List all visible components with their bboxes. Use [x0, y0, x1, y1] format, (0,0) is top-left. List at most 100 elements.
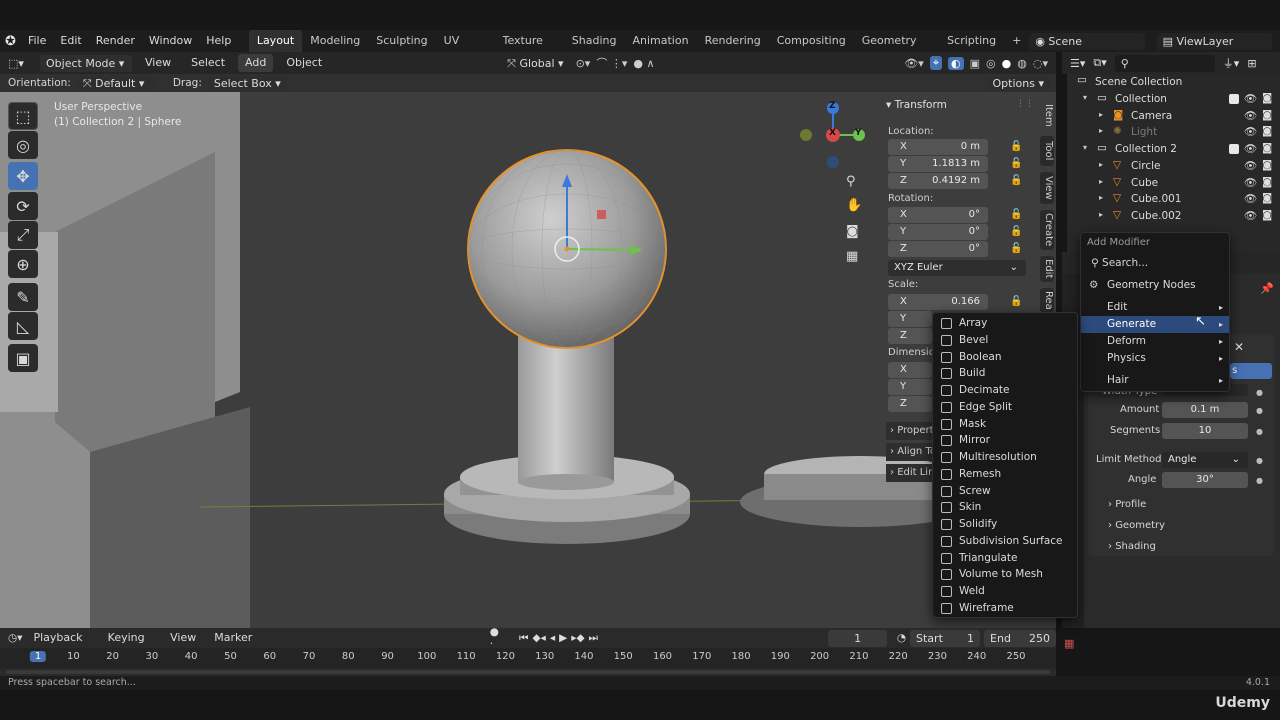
lock-icon[interactable]: 🔓	[1010, 209, 1022, 221]
shading-material-icon[interactable]: ◍	[1017, 57, 1027, 70]
menu-add[interactable]: Add	[238, 54, 274, 72]
frame-ruler[interactable]: 1 10 20 30 40 50 60 70 80 90 100 110 120 130 140 150 160…	[0, 648, 1056, 668]
measure-tool[interactable]: ◺	[8, 312, 38, 340]
visibility-eye-icon[interactable]: 👁	[1244, 192, 1257, 205]
visibility-eye-icon[interactable]: 👁	[1244, 109, 1257, 122]
pin-icon[interactable]: 📌	[1260, 282, 1274, 295]
current-frame-field[interactable]: 1	[828, 629, 887, 647]
overlay-toggle-icon[interactable]: ◐	[948, 56, 964, 70]
subpanel-profile[interactable]: › Profile	[1108, 499, 1146, 510]
lock-icon[interactable]: 🔓	[1010, 158, 1022, 170]
visibility-eye-icon[interactable]: 👁	[1244, 209, 1257, 222]
view-layer-selector[interactable]: ▤ ViewLayer	[1156, 32, 1272, 50]
outliner-row-cube-002[interactable]: ▸ ▽ Cube.002 👁 ◙	[1067, 208, 1280, 225]
tab-animation[interactable]: Animation	[624, 30, 696, 52]
dimension-z-field[interactable]: Z	[888, 396, 932, 412]
menu-item-edit[interactable]: Edit ▸	[1081, 299, 1229, 316]
modifier-mirror[interactable]: Mirror	[933, 432, 1077, 449]
lock-icon[interactable]: 🔓	[1010, 226, 1022, 238]
rotation-z-field[interactable]: Z 0°	[888, 241, 988, 257]
rotate-tool[interactable]: ⟳	[8, 192, 38, 220]
render-camera-icon[interactable]: ◙	[1262, 125, 1272, 137]
editor-type-icon[interactable]: ⬚▾	[8, 57, 34, 70]
add-workspace-button[interactable]: +	[1004, 30, 1029, 52]
scale-x-field[interactable]: X 0.166	[888, 294, 988, 310]
orientation-dropdown[interactable]: ⤧ Default ▾	[76, 75, 157, 91]
expand-down-icon[interactable]: ▾	[1083, 93, 1087, 102]
menu-view[interactable]: View	[138, 52, 178, 74]
lock-icon[interactable]: 🔓	[1010, 296, 1022, 308]
subpanel-shading[interactable]: › Shading	[1108, 541, 1156, 552]
modifier-mask[interactable]: Mask	[933, 416, 1077, 433]
prev-keyframe-icon[interactable]: ◆◂	[532, 632, 545, 644]
modifier-remesh[interactable]: Remesh	[933, 466, 1077, 483]
visibility-eye-icon[interactable]: 👁	[1244, 176, 1257, 189]
frame-start-field[interactable]: Start 1	[910, 629, 981, 647]
scene-selector[interactable]: ◉ Scene	[1029, 32, 1145, 50]
location-y-field[interactable]: Y 1.1813 m	[888, 156, 988, 172]
modifier-weld[interactable]: Weld	[933, 583, 1077, 600]
modifier-screw[interactable]: Screw	[933, 483, 1077, 500]
timeline-editor-icon[interactable]: ◷▾	[8, 632, 22, 644]
subpanel-geometry[interactable]: › Geometry	[1108, 520, 1165, 531]
new-collection-icon[interactable]: ⊞	[1247, 57, 1256, 70]
exclude-checkbox[interactable]	[1229, 144, 1239, 155]
play-reverse-icon[interactable]: ◂	[550, 632, 555, 644]
move-gizmo-y[interactable]	[566, 248, 636, 251]
options-dropdown[interactable]: Options ▾	[986, 75, 1050, 91]
move-tool[interactable]: ✥	[8, 162, 38, 190]
outliner-row-collection[interactable]: ▾ ▭ Collection 👁 ◙	[1067, 91, 1280, 108]
menu-playback[interactable]: Playback ▾	[26, 627, 96, 666]
dimension-x-field[interactable]: X	[888, 362, 932, 378]
dot-icon[interactable]: ●	[1256, 456, 1263, 465]
visibility-eye-icon[interactable]: 👁	[1244, 125, 1257, 138]
select-box-tool[interactable]: ⬚	[8, 102, 38, 130]
menu-timeline-view[interactable]: View	[163, 627, 203, 649]
dimension-y-field[interactable]: Y	[888, 379, 932, 395]
menu-file[interactable]: File	[21, 30, 53, 52]
tab-shading[interactable]: Shading	[564, 30, 625, 52]
render-camera-icon[interactable]: ◙	[1262, 92, 1272, 104]
modifier-wireframe[interactable]: Wireframe	[933, 600, 1077, 617]
segments-field[interactable]: 10	[1162, 423, 1248, 439]
outliner-root[interactable]: ▭ Scene Collection	[1067, 74, 1280, 91]
filter-icon[interactable]: ⏚▾	[1223, 55, 1240, 71]
modifier-tab-active[interactable]: s	[1230, 363, 1272, 379]
modifier-edge-split[interactable]: Edge Split	[933, 399, 1077, 416]
properties-subpanel[interactable]: › Propert	[886, 422, 936, 440]
dot-icon[interactable]: ●	[1256, 476, 1263, 485]
expand-right-icon[interactable]: ▸	[1099, 126, 1103, 135]
scale-y-field[interactable]: Y	[888, 311, 932, 327]
limit-method-dropdown[interactable]: Angle ⌄	[1162, 452, 1248, 468]
move-gizmo-plane[interactable]	[597, 210, 606, 219]
camera-view-icon[interactable]: ◙	[846, 224, 859, 239]
mode-dropdown[interactable]: Object Mode ▾	[40, 54, 132, 72]
tab-edit[interactable]: Edit	[1040, 256, 1054, 282]
shading-rendered-icon[interactable]: ◌▾	[1033, 57, 1048, 70]
modifier-skin[interactable]: Skin	[933, 499, 1077, 516]
menu-marker[interactable]: Marker	[207, 627, 259, 649]
expand-down-icon[interactable]: ▾	[1083, 143, 1087, 152]
dot-icon[interactable]: ●	[1256, 388, 1263, 397]
outliner-row-collection-2[interactable]: ▾ ▭ Collection 2 👁 ◙	[1067, 141, 1280, 158]
modifier-boolean[interactable]: Boolean	[933, 349, 1077, 366]
next-keyframe-icon[interactable]: ▸◆	[571, 632, 584, 644]
amount-field[interactable]: 0.1 m	[1162, 402, 1248, 418]
pivot-icon[interactable]: ⊙▾	[576, 57, 591, 70]
edit-linked-subpanel[interactable]: › Edit Lin	[886, 464, 936, 482]
timeline-scrollbar[interactable]	[6, 670, 1050, 674]
menu-render[interactable]: Render	[89, 30, 142, 52]
outliner-editor-icon[interactable]: ☰▾	[1070, 57, 1085, 70]
menu-item-hair[interactable]: Hair ▸	[1081, 372, 1229, 389]
modifier-volume-to-mesh[interactable]: Volume to Mesh	[933, 566, 1077, 583]
tab-compositing[interactable]: Compositing	[769, 30, 854, 52]
expand-right-icon[interactable]: ▸	[1099, 177, 1103, 186]
visibility-eye-icon[interactable]: 👁	[1244, 159, 1257, 172]
annotate-tool[interactable]: ✎	[8, 283, 38, 311]
menu-object[interactable]: Object	[279, 52, 329, 74]
menu-keying[interactable]: Keying ▾	[101, 627, 159, 666]
dot-icon[interactable]: ●	[1256, 406, 1263, 415]
transform-tool[interactable]: ⊕	[8, 250, 38, 278]
outliner-row-cube[interactable]: ▸ ▽ Cube 👁 ◙	[1067, 175, 1280, 192]
tab-view[interactable]: View	[1040, 172, 1054, 204]
